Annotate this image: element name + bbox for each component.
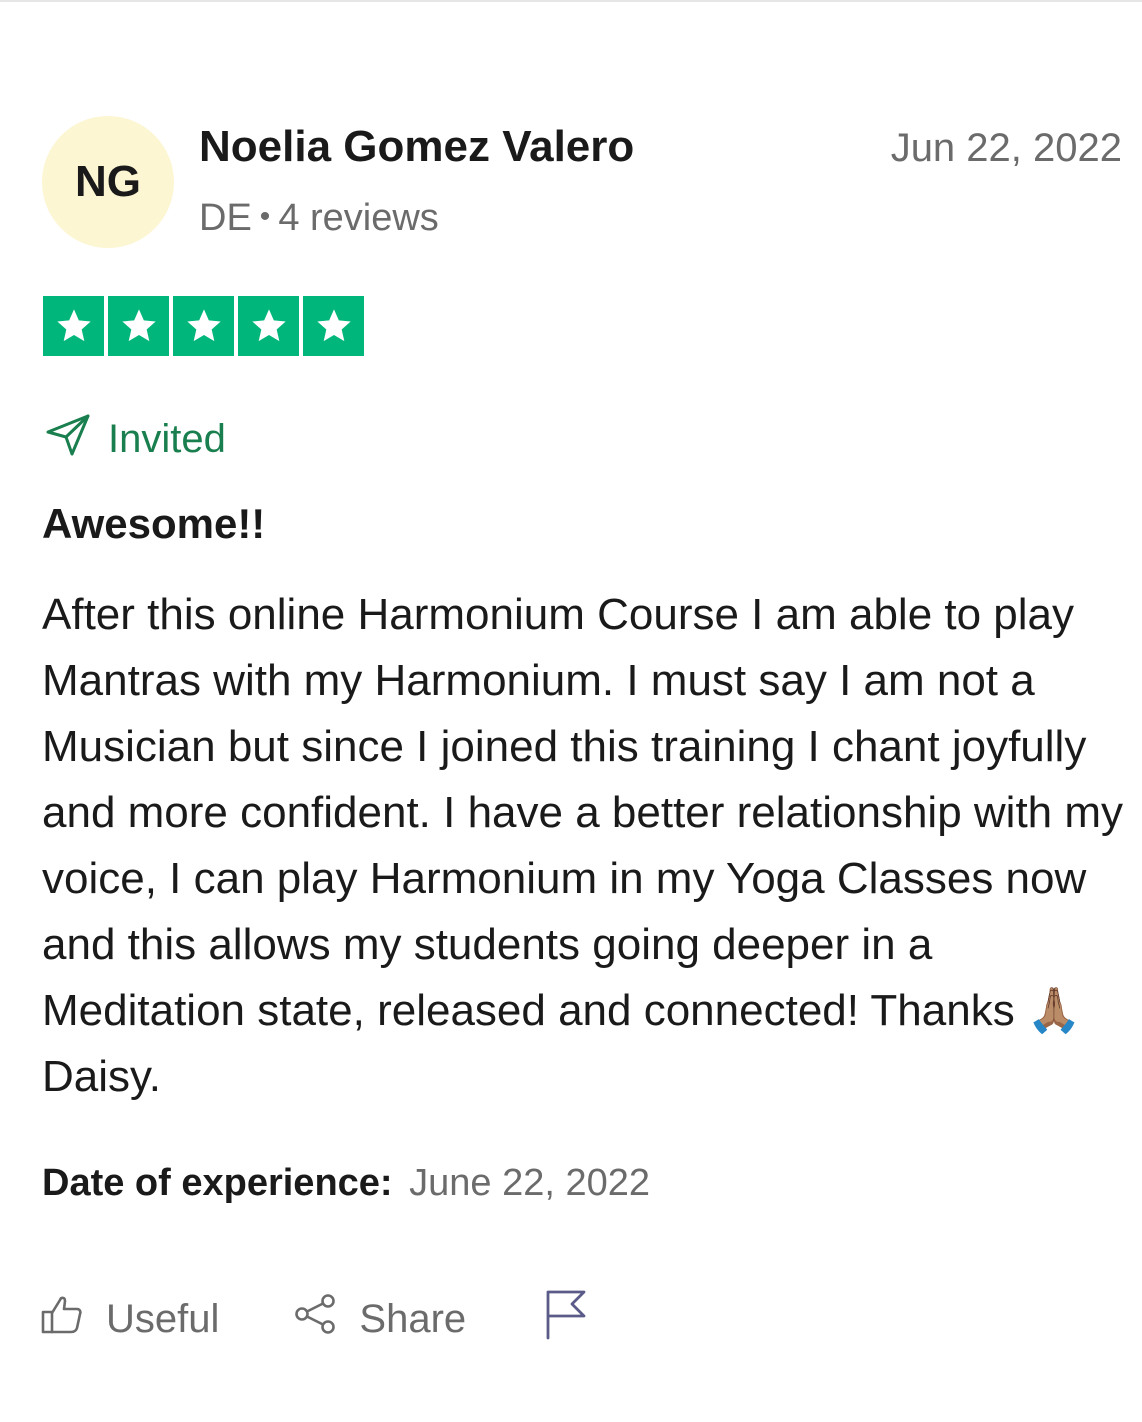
reviewer-meta: DE • 4 reviews (199, 197, 439, 240)
top-divider (0, 0, 1142, 2)
experience-date: June 22, 2022 (409, 1162, 651, 1204)
star-icon (173, 296, 234, 356)
review-date: Jun 22, 2022 (890, 126, 1122, 170)
avatar-initials: NG (75, 157, 141, 206)
invited-label: Invited (108, 416, 226, 461)
report-button[interactable] (542, 1288, 588, 1350)
flag-icon (542, 1288, 588, 1350)
star-icon (43, 296, 104, 356)
share-label: Share (359, 1296, 467, 1341)
star-icon (108, 296, 169, 356)
date-of-experience: Date of experience: June 22, 2022 (42, 1162, 650, 1205)
meta-separator: • (259, 200, 271, 233)
share-icon (293, 1292, 337, 1346)
thumbs-up-icon (40, 1292, 84, 1346)
useful-button[interactable]: Useful (40, 1292, 219, 1346)
star-icon (238, 296, 299, 356)
star-icon (303, 296, 364, 356)
useful-label: Useful (106, 1296, 220, 1341)
reviewer-name[interactable]: Noelia Gomez Valero (199, 122, 634, 172)
invited-badge[interactable]: Invited (44, 410, 226, 468)
reviewer-country: DE (199, 197, 252, 239)
review-actions: Useful Share (40, 1288, 588, 1350)
review-title: Awesome!! (42, 500, 266, 547)
send-icon (44, 410, 92, 468)
review-body: After this online Harmonium Course I am … (42, 590, 1124, 1101)
star-rating (43, 296, 364, 356)
avatar[interactable]: NG (42, 116, 174, 248)
experience-label: Date of experience: (42, 1162, 393, 1204)
reviewer-review-count[interactable]: 4 reviews (278, 197, 439, 239)
share-button[interactable]: Share (293, 1292, 466, 1346)
